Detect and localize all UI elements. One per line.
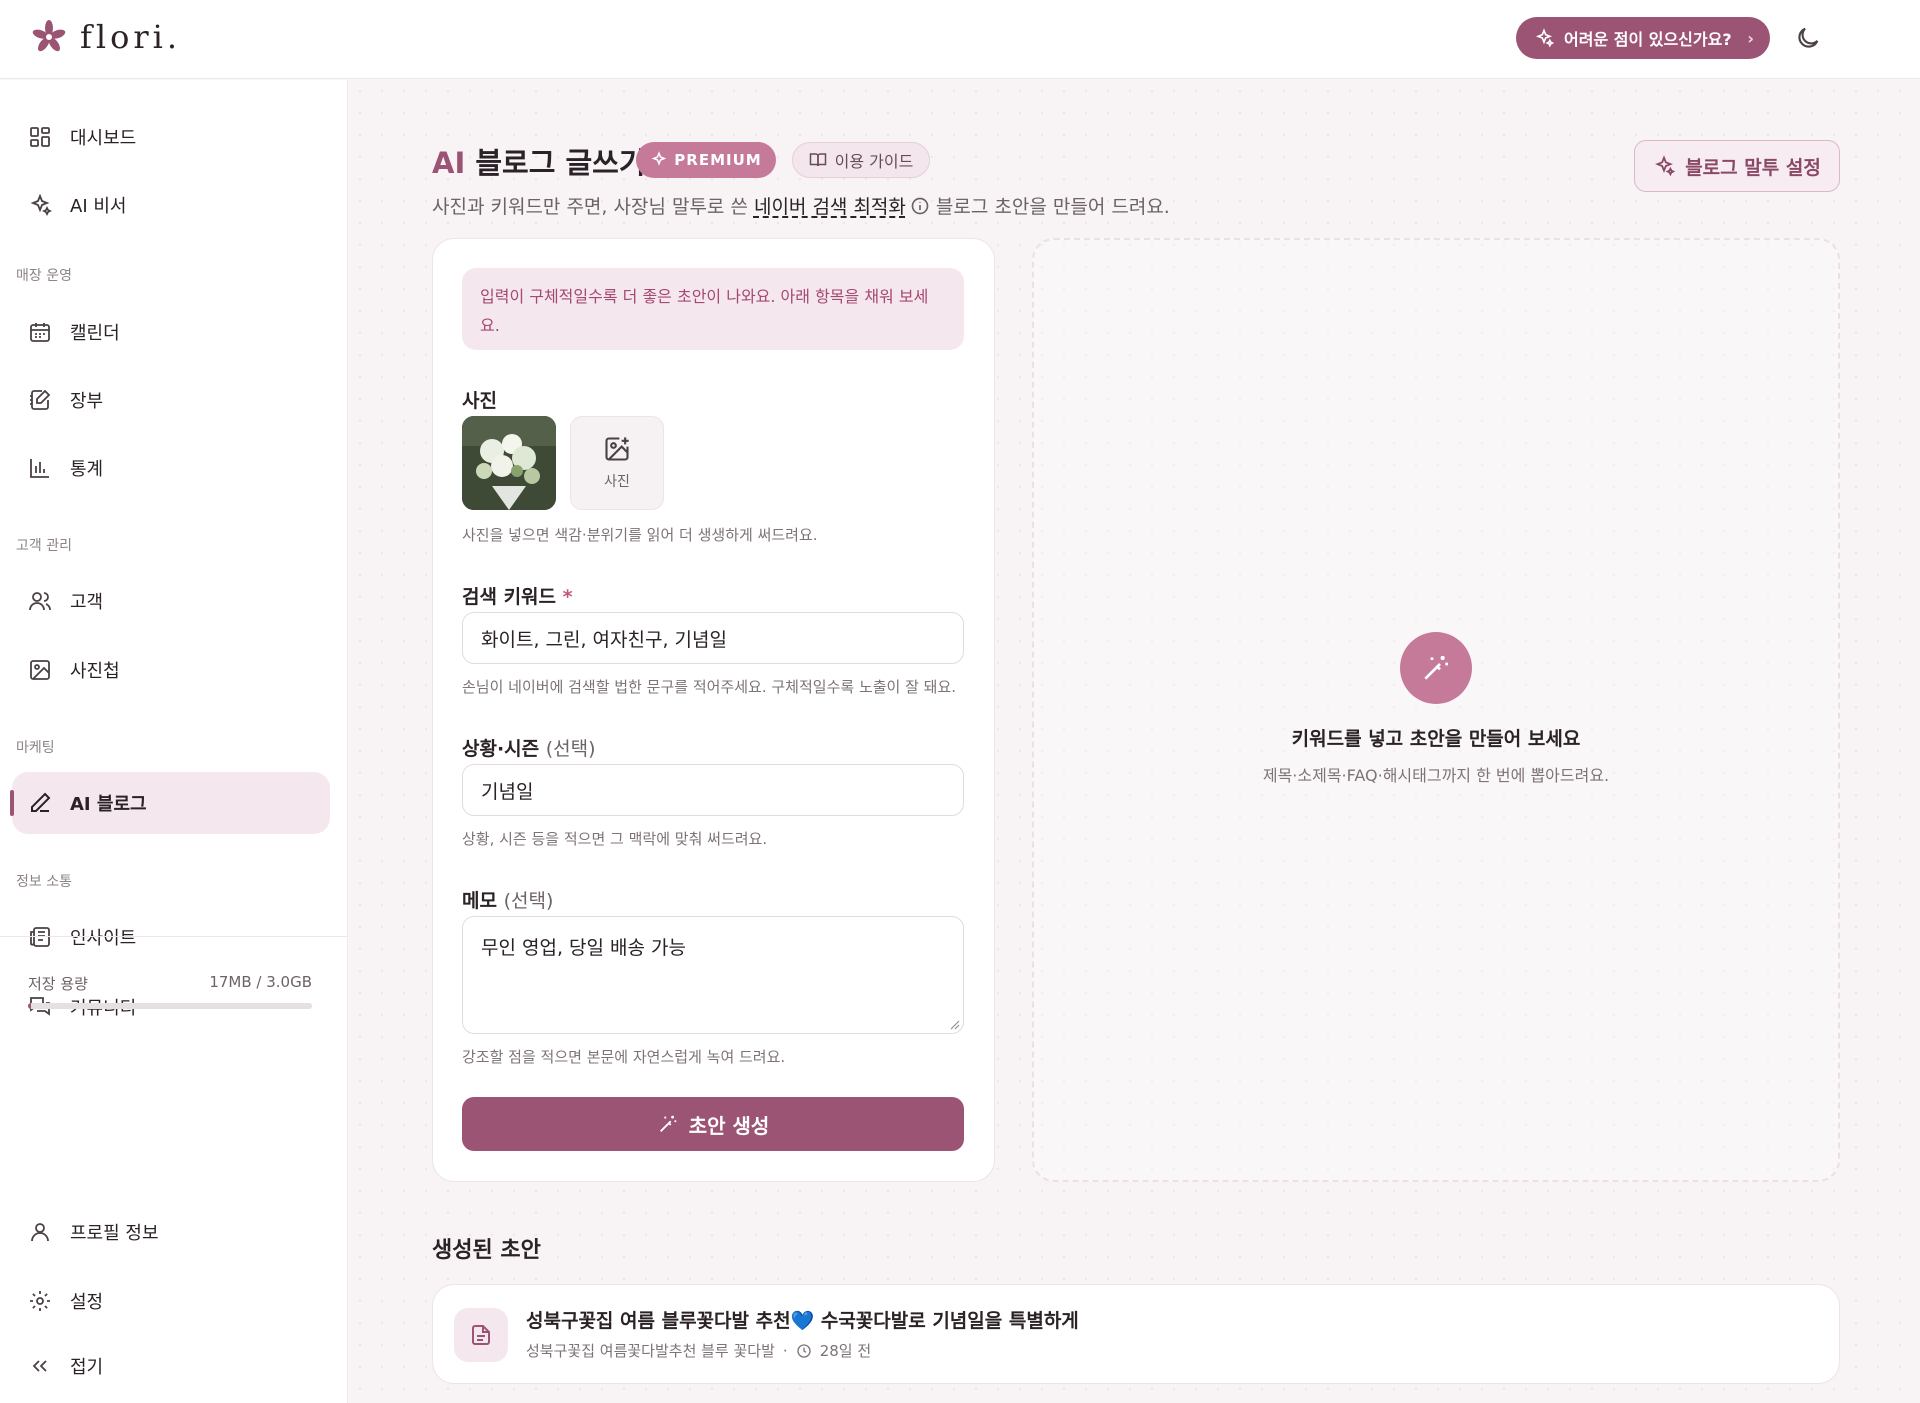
sidebar-item-label: 장부 [70,391,104,412]
top-header: flori. 어려운 점이 있으신가요? › [0,0,1920,79]
chevrons-left-icon [32,1360,47,1372]
sidebar-item-label: 사진첩 [70,661,120,682]
draft-tags: 성북구꽃집 여름꽃다발추천 블루 꽃다발 [526,1342,775,1360]
calendar-icon [30,323,50,342]
photo-helper: 사진을 넣으면 색감·분위기를 읽어 더 생생하게 써드려요. [462,526,818,544]
sidebar-item-label: 통계 [70,459,104,480]
sidebar-item-label: 캘린더 [70,323,120,344]
sidebar-item-ledger[interactable]: 장부 [12,369,330,431]
help-button[interactable]: 어려운 점이 있으신가요? › [1516,17,1770,59]
guide-button[interactable]: 이용 가이드 [792,142,930,178]
logo-text: flori. [80,18,182,56]
sidebar-item-label: 대시보드 [70,128,137,149]
sidebar-item-label: 프로필 정보 [70,1223,159,1244]
preview-empty-title: 키워드를 넣고 초안을 만들어 보세요 [1291,728,1581,750]
draft-time: 28일 전 [819,1342,872,1360]
draft-title[interactable]: 성북구꽃집 여름 블루꽃다발 추천💙 수국꽃다발로 기념일을 특별하게 [526,1306,1079,1333]
sidebar-item-settings[interactable]: 설정 [12,1270,330,1332]
storage-progress-bar [28,1003,312,1009]
storage-label: 저장 용량 [28,975,88,993]
keyword-input[interactable]: 화이트, 그린, 여자친구, 기념일 [462,612,964,664]
bouquet-photo [462,416,556,510]
sidebar-item-label: AI 비서 [70,196,127,217]
section-customer: 고객 관리 [16,538,72,554]
generated-drafts-heading: 생성된 초안 [432,1238,541,1263]
add-photo-button[interactable]: 사진 [570,416,664,510]
seo-info-link[interactable]: 네이버 검색 최적화 [754,196,906,218]
sidebar-item-profile[interactable]: 프로필 정보 [12,1201,330,1263]
premium-badge: PREMIUM [636,142,776,178]
sidebar-item-customers[interactable]: 고객 [12,570,330,632]
draft-list-item[interactable] [432,1284,1840,1384]
sidebar-item-label: 설정 [70,1292,104,1313]
user-icon [31,1223,49,1242]
sidebar-item-label: 접기 [70,1357,104,1378]
magic-wand-icon [659,1115,676,1132]
storage-panel: 저장 용량 17MB / 3.0GB [0,936,348,1026]
sidebar-item-label: 고객 [70,592,104,613]
logo[interactable]: flori. [32,18,181,56]
chevron-right-icon: › [1747,28,1754,48]
storage-progress-fill [28,1003,31,1009]
memo-label: 메모 (선택) [462,890,554,912]
season-input[interactable]: 기념일 [462,764,964,816]
flower-logo-icon [32,20,66,52]
section-store: 매장 운영 [16,268,72,284]
dashboard-icon [30,127,50,147]
blog-tone-settings-button[interactable]: 블로그 말투 설정 [1634,140,1840,192]
storage-value: 17MB / 3.0GB [209,973,312,991]
season-helper: 상황, 시즌 등을 적으면 그 맥락에 맞춰 써드려요. [462,830,768,848]
gear-icon [30,1291,50,1311]
section-marketing: 마케팅 [16,740,55,756]
generate-draft-button[interactable]: 초안 생성 [462,1097,964,1151]
memo-helper: 강조할 점을 적으면 본문에 자연스럽게 녹여 드려요. [462,1048,786,1066]
sidebar-item-label: AI 블로그 [70,794,147,815]
pen-icon [31,792,51,812]
draft-preview-panel [1032,238,1840,1182]
separator-dot: · [782,1341,788,1360]
blog-form-card [432,238,995,1182]
keyword-label: 검색 키워드 * [462,586,573,608]
image-icon [30,660,50,680]
sparkle-icon [1535,28,1554,48]
sidebar-item-ai-blog[interactable]: AI 블로그 [10,772,330,834]
image-plus-icon [605,437,629,461]
bar-chart-icon [30,459,49,478]
sidebar-collapse-button[interactable]: 접기 [12,1335,330,1397]
page-title: AI 블로그 글쓰기 [432,146,646,180]
memo-textarea[interactable]: 무인 영업, 당일 배송 가능 [462,916,964,1034]
sparkle-icon [30,193,52,217]
sidebar-item-dashboard[interactable]: 대시보드 [12,106,330,168]
page-subtitle: 사진과 키워드만 주면, 사장님 말투로 쓴 네이버 검색 최적화 블로그 초안… [432,196,1170,218]
document-icon [454,1308,508,1362]
moon-icon[interactable] [1794,24,1822,52]
help-label: 어려운 점이 있으신가요? [1564,30,1732,49]
input-tip-notice: 입력이 구체적일수록 더 좋은 초안이 나와요. 아래 항목을 채워 보세요. [462,268,964,350]
sidebar-item-stats[interactable]: 통계 [12,437,330,499]
info-icon[interactable] [910,196,930,216]
notebook-icon [30,389,51,410]
photo-label: 사진 [462,390,497,412]
season-label: 상황·시즌 (선택) [462,738,596,760]
users-icon [29,592,51,611]
section-info: 정보 소통 [16,874,72,890]
sidebar-item-album[interactable]: 사진첩 [12,639,330,701]
resize-handle-icon[interactable] [948,1018,960,1030]
sidebar-item-ai-assistant[interactable]: AI 비서 [12,174,330,236]
sparkle-icon [652,151,667,166]
sparkle-icon [1655,155,1676,177]
uploaded-photo-thumbnail[interactable] [462,416,556,510]
book-icon [809,153,826,167]
draft-meta: 성북구꽃집 여름꽃다발추천 블루 꽃다발 · 28일 전 [526,1340,871,1361]
clock-icon [797,1343,811,1358]
preview-empty-subtitle: 제목·소제목·FAQ·해시태그까지 한 번에 뽑아드려요. [1262,766,1610,785]
keyword-helper: 손님이 네이버에 검색할 법한 문구를 적어주세요. 구체적일수록 노출이 잘 … [462,678,957,696]
sidebar-item-calendar[interactable]: 캘린더 [12,301,330,363]
magic-wand-icon [1400,632,1472,704]
